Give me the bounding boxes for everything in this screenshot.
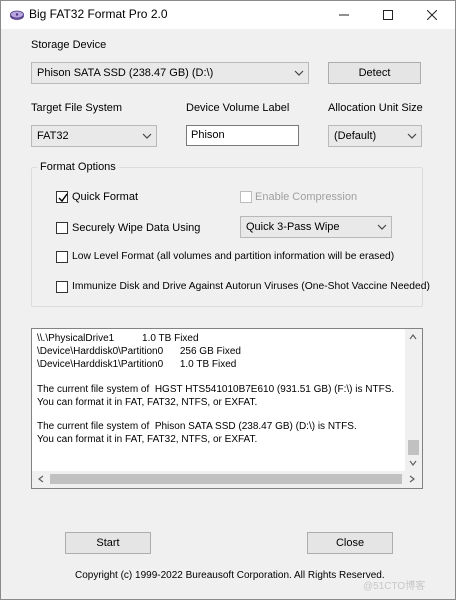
- app-icon: [9, 7, 25, 23]
- detect-button[interactable]: Detect: [328, 62, 421, 84]
- storage-device-select[interactable]: Phison SATA SSD (238.47 GB) (D:\): [31, 62, 309, 84]
- log-line: The current file system of Phison SATA S…: [37, 421, 357, 432]
- log-line: \Device\Harddisk0\Partition0 256 GB Fixe…: [37, 346, 241, 357]
- close-icon: [427, 10, 437, 20]
- vertical-scrollbar[interactable]: [405, 329, 422, 471]
- close-button[interactable]: Close: [307, 532, 393, 554]
- scroll-right-button[interactable]: [404, 471, 420, 487]
- vertical-scroll-thumb[interactable]: [408, 440, 419, 455]
- immunize-label[interactable]: Immunize Disk and Drive Against Autorun …: [72, 281, 430, 292]
- chevron-down-icon: [294, 70, 304, 76]
- low-level-format-label[interactable]: Low Level Format (all volumes and partit…: [72, 251, 394, 262]
- app-window: Big FAT32 Format Pro 2.0 Storage Device …: [0, 0, 456, 600]
- immunize-checkbox[interactable]: [56, 281, 68, 293]
- secure-wipe-label[interactable]: Securely Wipe Data Using: [72, 222, 200, 234]
- quick-format-checkbox[interactable]: [56, 191, 68, 203]
- checkmark-icon: [58, 193, 68, 203]
- file-system-select[interactable]: FAT32: [31, 125, 157, 147]
- log-line: \Device\Harddisk1\Partition0 1.0 TB Fixe…: [37, 359, 237, 370]
- horizontal-scroll-thumb[interactable]: [50, 474, 402, 484]
- scroll-down-button[interactable]: [405, 455, 421, 471]
- log-line: \\.\PhysicalDrive1 1.0 TB Fixed: [37, 333, 199, 344]
- wipe-method-value: Quick 3-Pass Wipe: [246, 221, 340, 233]
- allocation-unit-select[interactable]: (Default): [328, 125, 422, 147]
- window-title: Big FAT32 Format Pro 2.0: [29, 7, 168, 21]
- minimize-icon: [339, 14, 349, 16]
- allocation-unit-value: (Default): [334, 130, 377, 142]
- chevron-down-icon: [142, 133, 152, 139]
- enable-compression-label[interactable]: Enable Compression: [255, 191, 357, 203]
- chevron-up-icon: [409, 334, 417, 340]
- allocation-unit-size-label: Allocation Unit Size: [328, 102, 423, 114]
- target-file-system-label: Target File System: [31, 102, 123, 114]
- format-options-title: Format Options: [37, 161, 119, 173]
- chevron-down-icon: [407, 133, 417, 139]
- storage-device-label: Storage Device: [31, 39, 107, 51]
- maximize-icon: [383, 10, 393, 20]
- maximize-button[interactable]: [371, 1, 405, 29]
- file-system-value: FAT32: [37, 130, 69, 142]
- secure-wipe-checkbox[interactable]: [56, 222, 68, 234]
- log-line: The current file system of HGST HTS54101…: [37, 384, 395, 395]
- scroll-left-button[interactable]: [33, 471, 49, 487]
- close-window-button[interactable]: [415, 1, 449, 29]
- horizontal-scrollbar[interactable]: [32, 471, 422, 488]
- quick-format-label[interactable]: Quick Format: [72, 191, 138, 203]
- start-button[interactable]: Start: [65, 532, 151, 554]
- volume-label-label: Device Volume Label: [186, 102, 290, 114]
- chevron-right-icon: [409, 475, 415, 483]
- chevron-left-icon: [38, 475, 44, 483]
- title-bar[interactable]: Big FAT32 Format Pro 2.0: [1, 1, 455, 29]
- copyright-text: Copyright (c) 1999-2022 Bureausoft Corpo…: [75, 570, 385, 581]
- volume-label-value: Phison: [191, 129, 225, 141]
- log-line: You can format it in FAT, FAT32, NTFS, o…: [37, 397, 258, 408]
- log-output[interactable]: \\.\PhysicalDrive1 1.0 TB Fixed \Device\…: [31, 328, 423, 489]
- chevron-down-icon: [409, 460, 417, 466]
- storage-device-value: Phison SATA SSD (238.47 GB) (D:\): [37, 67, 214, 79]
- volume-label-input[interactable]: Phison: [186, 125, 299, 146]
- wipe-method-select[interactable]: Quick 3-Pass Wipe: [240, 216, 392, 238]
- scroll-up-button[interactable]: [405, 329, 421, 345]
- chevron-down-icon: [377, 224, 387, 230]
- enable-compression-checkbox[interactable]: [240, 191, 252, 203]
- watermark-text: @51CTO博客: [363, 581, 426, 592]
- minimize-button[interactable]: [327, 1, 361, 29]
- log-line: You can format it in FAT, FAT32, NTFS, o…: [37, 434, 258, 445]
- low-level-format-checkbox[interactable]: [56, 251, 68, 263]
